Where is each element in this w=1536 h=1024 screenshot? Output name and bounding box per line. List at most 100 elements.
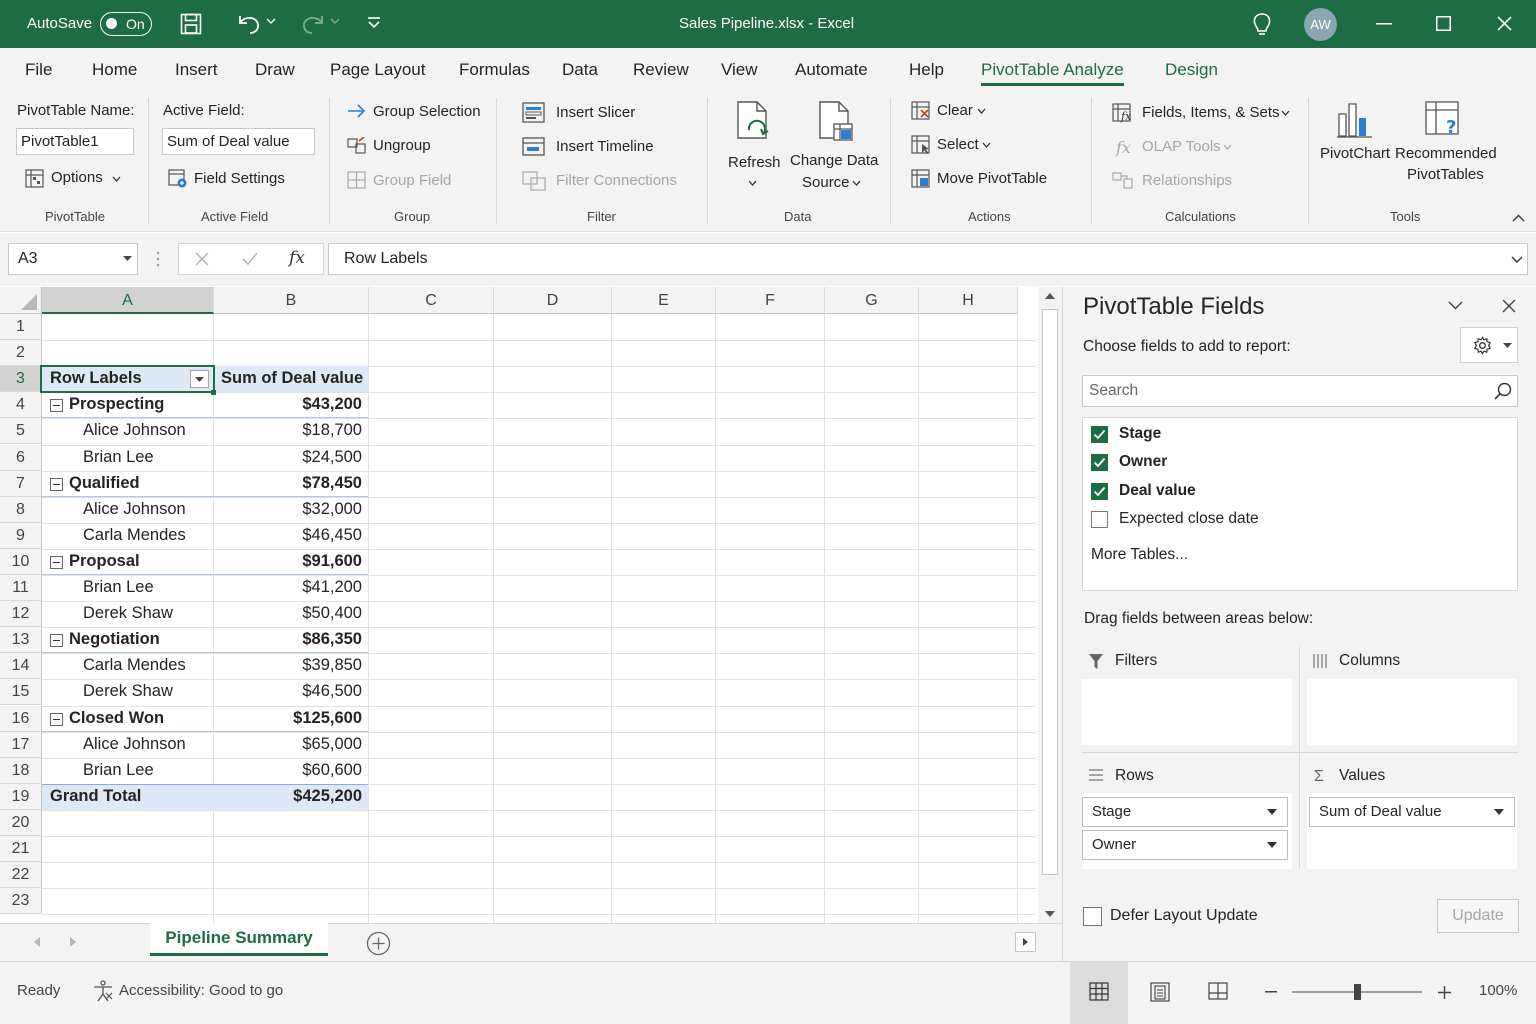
name-box[interactable]: A3 bbox=[8, 243, 138, 275]
update-button[interactable]: Update bbox=[1437, 899, 1519, 933]
row-header-20[interactable]: 20 bbox=[0, 809, 42, 836]
row-header-22[interactable]: 22 bbox=[0, 862, 42, 889]
column-header-e[interactable]: E bbox=[612, 287, 716, 314]
active-field-input[interactable]: Sum of Deal value bbox=[162, 128, 315, 155]
customize-quick-access-icon[interactable] bbox=[366, 16, 382, 30]
row-header-5[interactable]: 5 bbox=[0, 418, 42, 445]
change-data-source-dropdown-icon[interactable] bbox=[852, 180, 861, 186]
field-deal-value-checkbox[interactable] bbox=[1091, 483, 1108, 500]
group-field-button[interactable]: Group Field bbox=[373, 172, 451, 189]
zoom-out-icon[interactable] bbox=[1265, 991, 1277, 993]
scroll-up-icon[interactable] bbox=[1045, 293, 1055, 299]
tab-help[interactable]: Help bbox=[909, 48, 944, 92]
select-all-corner[interactable] bbox=[0, 287, 42, 314]
normal-view-button[interactable] bbox=[1070, 962, 1128, 1024]
field-expected-close-date-label[interactable]: Expected close date bbox=[1119, 510, 1259, 528]
row-header-21[interactable]: 21 bbox=[0, 836, 42, 863]
collapse-icon[interactable] bbox=[50, 555, 63, 569]
row-header-6[interactable]: 6 bbox=[0, 444, 42, 471]
column-header-a[interactable]: A bbox=[42, 287, 214, 314]
row-header-10[interactable]: 10 bbox=[0, 548, 42, 575]
field-stage-label[interactable]: Stage bbox=[1119, 425, 1161, 443]
field-settings-button[interactable]: Field Settings bbox=[194, 170, 285, 187]
change-data-source-line1[interactable]: Change Data bbox=[790, 152, 878, 169]
defer-layout-label[interactable]: Defer Layout Update bbox=[1110, 907, 1258, 925]
olap-tools-dropdown-icon[interactable] bbox=[1223, 144, 1232, 150]
field-search-input[interactable]: Search bbox=[1082, 375, 1518, 407]
page-break-view-icon[interactable] bbox=[1208, 982, 1228, 1002]
maximize-icon[interactable] bbox=[1436, 16, 1451, 31]
tab-home[interactable]: Home bbox=[92, 48, 137, 92]
insert-function-icon[interactable]: fx bbox=[289, 248, 305, 268]
row-header-7[interactable]: 7 bbox=[0, 470, 42, 497]
tab-formulas[interactable]: Formulas bbox=[459, 48, 530, 92]
tools-settings-button[interactable] bbox=[1460, 327, 1518, 363]
row-header-8[interactable]: 8 bbox=[0, 496, 42, 523]
column-header-d[interactable]: D bbox=[494, 287, 612, 314]
row-header-19[interactable]: 19 bbox=[0, 783, 42, 810]
row-header-1[interactable]: 1 bbox=[0, 314, 42, 341]
clear-button[interactable]: Clear bbox=[937, 102, 973, 119]
tab-file[interactable]: File bbox=[25, 48, 52, 92]
ungroup-button[interactable]: Ungroup bbox=[373, 137, 431, 154]
accessibility-icon[interactable] bbox=[91, 980, 115, 1002]
column-header-g[interactable]: G bbox=[825, 287, 919, 314]
refresh-dropdown-icon[interactable] bbox=[748, 180, 757, 186]
column-header-c[interactable]: C bbox=[369, 287, 494, 314]
name-box-dropdown-icon[interactable] bbox=[123, 256, 132, 262]
recommended-pivottables-line1[interactable]: Recommended bbox=[1395, 145, 1497, 162]
minimize-icon[interactable] bbox=[1376, 23, 1392, 25]
row-header-14[interactable]: 14 bbox=[0, 653, 42, 680]
options-button[interactable]: Options bbox=[51, 169, 103, 186]
columns-drop-area[interactable] bbox=[1307, 679, 1517, 745]
olap-tools-button[interactable]: OLAP Tools bbox=[1142, 138, 1221, 155]
save-icon[interactable] bbox=[180, 13, 202, 35]
worksheet-grid[interactable]: ABCDEFGH 1 2 3 4 5 6 7 8 9 10 11 12 13 14 15 16 17 18 19 20… bbox=[0, 287, 1036, 923]
select-dropdown-icon[interactable] bbox=[982, 142, 991, 148]
pivotchart-button[interactable]: PivotChart bbox=[1320, 145, 1390, 162]
collapse-icon[interactable] bbox=[50, 634, 63, 648]
filter-connections-button[interactable]: Filter Connections bbox=[556, 172, 677, 189]
collapse-icon[interactable] bbox=[50, 399, 63, 413]
tab-design[interactable]: Design bbox=[1165, 48, 1218, 92]
pivot-row-labels-header[interactable]: Row Labels bbox=[50, 369, 142, 388]
tab-view[interactable]: View bbox=[721, 48, 758, 92]
tab-automate[interactable]: Automate bbox=[795, 48, 868, 92]
close-pane-icon[interactable] bbox=[1502, 299, 1516, 313]
change-data-source-line2[interactable]: Source bbox=[802, 174, 850, 191]
sheet-tab-pipeline-summary[interactable]: Pipeline Summary bbox=[150, 923, 328, 956]
collapse-icon[interactable] bbox=[50, 477, 63, 491]
vertical-scrollbar[interactable] bbox=[1038, 287, 1062, 923]
undo-icon[interactable] bbox=[236, 12, 262, 36]
page-layout-view-icon[interactable] bbox=[1150, 982, 1170, 1002]
fields-items-sets-button[interactable]: Fields, Items, & Sets bbox=[1142, 104, 1280, 121]
previous-sheet-icon[interactable] bbox=[34, 937, 40, 947]
defer-layout-checkbox[interactable] bbox=[1083, 907, 1102, 926]
insert-timeline-button[interactable]: Insert Timeline bbox=[556, 138, 654, 155]
field-expected-close-date-checkbox[interactable] bbox=[1091, 511, 1108, 528]
pivot-sum-header[interactable]: Sum of Deal value bbox=[221, 369, 363, 388]
select-button[interactable]: Select bbox=[937, 136, 979, 153]
expand-formula-bar-icon[interactable] bbox=[1511, 256, 1523, 264]
tab-review[interactable]: Review bbox=[633, 48, 689, 92]
scroll-down-icon[interactable] bbox=[1045, 911, 1055, 917]
field-stage-checkbox[interactable] bbox=[1091, 426, 1108, 443]
tab-page-layout[interactable]: Page Layout bbox=[330, 48, 425, 92]
row-header-16[interactable]: 16 bbox=[0, 705, 42, 732]
rows-drop-area[interactable]: Stage Owner bbox=[1082, 793, 1292, 869]
cancel-icon[interactable] bbox=[195, 252, 209, 266]
row-header-4[interactable]: 4 bbox=[0, 392, 42, 419]
group-selection-button[interactable]: Group Selection bbox=[373, 103, 481, 120]
recommended-pivottables-line2[interactable]: PivotTables bbox=[1407, 166, 1484, 183]
new-sheet-icon[interactable] bbox=[366, 931, 391, 956]
row-header-18[interactable]: 18 bbox=[0, 757, 42, 784]
redo-icon[interactable] bbox=[300, 12, 326, 36]
row-header-23[interactable]: 23 bbox=[0, 888, 42, 915]
autosave-toggle[interactable]: On bbox=[100, 12, 152, 36]
undo-dropdown-icon[interactable] bbox=[266, 17, 276, 25]
tab-pivottable-analyze[interactable]: PivotTable Analyze bbox=[981, 48, 1124, 92]
more-tables-link[interactable]: More Tables... bbox=[1091, 546, 1188, 564]
values-drop-area[interactable]: Sum of Deal value bbox=[1307, 793, 1517, 869]
refresh-button[interactable]: Refresh bbox=[728, 154, 781, 171]
values-field-sum-deal-value[interactable]: Sum of Deal value bbox=[1309, 797, 1515, 827]
